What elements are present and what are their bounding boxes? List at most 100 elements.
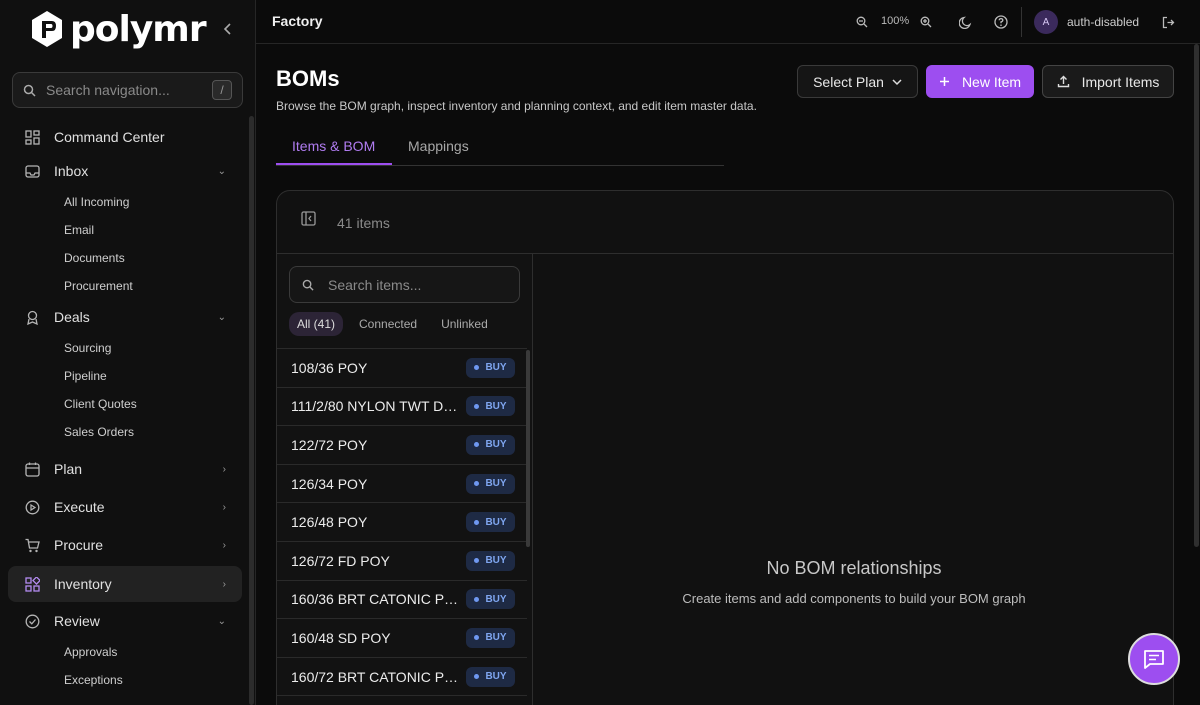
page-scrollbar[interactable] (1194, 44, 1199, 547)
item-name: 126/72 FD POY (291, 552, 390, 569)
inventory-icon (24, 576, 40, 592)
select-plan-label: Select Plan (813, 73, 884, 90)
sidebar-subitem-documents[interactable]: Documents (8, 244, 242, 272)
dashboard-icon (24, 129, 40, 145)
sidebar-item-review[interactable]: Review ⌄ (8, 604, 242, 638)
list-scrollbar[interactable] (526, 350, 530, 547)
sidebar-item-label: Execute (54, 499, 105, 515)
polymr-logo-icon (32, 11, 62, 47)
item-name: 126/48 POY (291, 514, 368, 531)
sidebar-item-label: Inbox (54, 163, 89, 179)
chevron-down-icon: ⌄ (217, 311, 226, 323)
logo-text: polymr (70, 8, 207, 50)
sidebar-item-label: Procure (54, 537, 104, 553)
inbox-icon (24, 163, 40, 179)
sidebar-item-label: Review (54, 613, 100, 629)
panel-toggle-icon[interactable] (301, 211, 317, 227)
tab-mappings[interactable]: Mappings (408, 138, 469, 154)
sidebar-item-label: Plan (54, 461, 83, 477)
bom-panel: 41 items Search items... All (41) Connec… (276, 190, 1174, 705)
chevron-right-icon: › (222, 539, 226, 551)
item-name: 160/36 BRT CATONIC POY (291, 591, 461, 608)
chevron-down-icon: ⌄ (217, 615, 226, 627)
list-item[interactable]: 126/48 POY BUY (277, 503, 527, 542)
select-plan-dropdown[interactable]: Select Plan (797, 65, 918, 98)
zoom-out-icon[interactable] (854, 14, 870, 30)
empty-state-description: Create items and add components to build… (682, 591, 1026, 606)
chevron-right-icon: › (222, 501, 226, 513)
page-title: BOMs (276, 66, 340, 91)
sidebar-subitem-client-quotes[interactable]: Client Quotes (8, 390, 242, 418)
active-tab-indicator (276, 163, 392, 165)
play-icon (24, 499, 40, 515)
item-search-placeholder: Search items... (328, 276, 422, 293)
item-list-pane: Search items... All (41) Connected Unlin… (277, 254, 533, 705)
chevron-right-icon: › (222, 463, 226, 475)
user-name[interactable]: auth-disabled (1067, 15, 1139, 29)
topbar-divider (1021, 7, 1022, 37)
item-search-input[interactable]: Search items... (289, 266, 520, 303)
sidebar-subitem-procurement[interactable]: Procurement (8, 272, 242, 300)
list-item[interactable]: 160/36 BRT CATONIC POY BUY (277, 581, 527, 620)
list-item[interactable]: 126/72 FD POY BUY (277, 542, 527, 581)
item-name: 160/48 SD POY (291, 629, 391, 646)
nav-search-input[interactable]: Search navigation... / (12, 72, 243, 108)
chevron-right-icon: › (222, 578, 226, 590)
sidebar-item-procure[interactable]: Procure › (8, 528, 242, 562)
empty-state-title: No BOM relationships (766, 558, 942, 578)
avatar[interactable]: A (1034, 10, 1058, 34)
logout-icon[interactable] (1160, 14, 1176, 30)
panel-header: 41 items (277, 191, 1173, 254)
workspace-title: Factory (272, 13, 323, 29)
item-name: 122/72 POY (291, 436, 368, 453)
sidebar-subitem-pipeline[interactable]: Pipeline (8, 362, 242, 390)
list-item[interactable]: 160/48 SD POY BUY (277, 619, 527, 658)
moon-icon[interactable] (957, 14, 973, 30)
logo[interactable]: polymr (30, 8, 207, 50)
filter-connected[interactable]: Connected (351, 312, 425, 336)
sidebar-item-inbox[interactable]: Inbox ⌄ (8, 154, 242, 188)
buy-badge: BUY (466, 666, 515, 687)
bom-graph-empty-state: No BOM relationships Create items and ad… (533, 254, 1173, 705)
filter-all[interactable]: All (41) (289, 312, 344, 336)
sidebar-scrollbar[interactable] (249, 116, 254, 705)
buy-badge: BUY (466, 434, 515, 455)
chat-button[interactable] (1128, 633, 1180, 685)
import-items-label: Import Items (1081, 73, 1160, 90)
import-items-button[interactable]: Import Items (1042, 65, 1174, 98)
item-count: 41 items (337, 215, 390, 231)
sidebar-item-plan[interactable]: Plan › (8, 452, 242, 486)
upload-icon (1057, 75, 1069, 88)
chevron-down-icon (892, 78, 902, 85)
sidebar-item-label: Deals (54, 309, 90, 325)
sidebar-subitem-exceptions[interactable]: Exceptions (8, 666, 242, 694)
item-name: 111/2/80 NYLON TWT DYED (291, 398, 461, 415)
filter-unlinked[interactable]: Unlinked (433, 312, 496, 336)
sidebar-subitem-all-incoming[interactable]: All Incoming (8, 188, 242, 216)
list-item[interactable]: 111/2/80 NYLON TWT DYED BUY (277, 388, 527, 427)
topbar: Factory 100% A auth-disabled (256, 0, 1200, 44)
list-item[interactable]: 122/72 POY BUY (277, 426, 527, 465)
collapse-sidebar-button[interactable] (219, 20, 237, 38)
sidebar-subitem-sales-orders[interactable]: Sales Orders (8, 418, 242, 446)
buy-badge: BUY (466, 627, 515, 648)
sidebar-subitem-sourcing[interactable]: Sourcing (8, 334, 242, 362)
sidebar-item-inventory[interactable]: Inventory › (8, 566, 242, 602)
sidebar-item-label: Inventory (54, 576, 112, 592)
item-list: 108/36 POY BUY 111/2/80 NYLON TWT DYED BUY… (277, 348, 527, 697)
sidebar-subitem-email[interactable]: Email (8, 216, 242, 244)
filter-chips: All (41) Connected Unlinked (289, 312, 504, 336)
list-item[interactable]: 108/36 POY BUY (277, 349, 527, 388)
new-item-button[interactable]: New Item (926, 65, 1034, 98)
chat-icon (1144, 650, 1164, 669)
sidebar-item-execute[interactable]: Execute › (8, 490, 242, 524)
item-name: 160/72 BRT CATONIC POY (291, 668, 461, 685)
list-item[interactable]: 126/34 POY BUY (277, 465, 527, 504)
sidebar-subitem-approvals[interactable]: Approvals (8, 638, 242, 666)
sidebar-item-deals[interactable]: Deals ⌄ (8, 300, 242, 334)
help-icon[interactable] (993, 14, 1009, 30)
zoom-in-icon[interactable] (918, 14, 934, 30)
list-item[interactable]: 160/72 BRT CATONIC POY BUY (277, 658, 527, 697)
sidebar-item-command-center[interactable]: Command Center (8, 120, 242, 154)
tab-items-bom[interactable]: Items & BOM (292, 138, 375, 154)
